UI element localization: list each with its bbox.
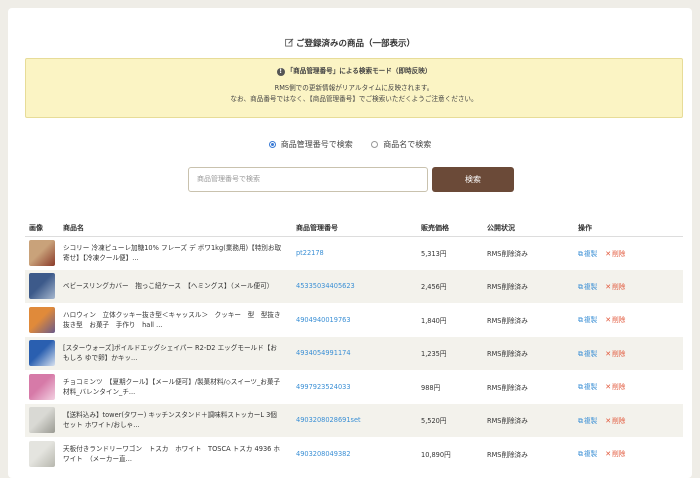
product-price: 5,313円 xyxy=(421,250,447,258)
product-table: 画像 商品名 商品管理番号 販売価格 公開状況 操作 シコリー 冷凍ピューレ加糖… xyxy=(25,220,683,471)
delete-button[interactable]: ✕削除 xyxy=(605,316,625,324)
radio-label-code: 商品管理番号で検索 xyxy=(280,140,353,149)
product-price: 5,520円 xyxy=(417,403,483,437)
copy-icon: ⧉ xyxy=(578,450,583,459)
copy-button[interactable]: ⧉複製 xyxy=(578,450,597,458)
product-thumbnail[interactable] xyxy=(29,306,55,333)
search-input[interactable]: 商品管理番号で検索 xyxy=(188,167,428,192)
delete-button[interactable]: ✕削除 xyxy=(605,417,625,425)
table-row: シコリー 冷凍ピューレ加糖10% フレーズ デ ボワ1kg(業務用)【特別お取寄… xyxy=(25,236,683,270)
radio-search-by-code[interactable]: 商品管理番号で検索 xyxy=(268,139,353,150)
col-header-name: 商品名 xyxy=(59,220,292,237)
copy-button[interactable]: ⧉複製 xyxy=(578,350,597,358)
delete-button[interactable]: ✕削除 xyxy=(605,350,625,358)
publish-status: RMS削除済み xyxy=(483,336,574,370)
col-header-image: 画像 xyxy=(25,220,59,237)
delete-button[interactable]: ✕削除 xyxy=(605,250,625,258)
copy-button[interactable]: ⧉複製 xyxy=(578,250,597,258)
col-header-price: 販売価格 xyxy=(417,220,483,237)
col-header-code: 商品管理番号 xyxy=(292,220,417,237)
product-price: 1,235円 xyxy=(417,336,483,370)
product-name: ハロウィン 立体クッキー抜き型＜キャッスル＞ クッキー 型 型抜き 抜き型 お菓… xyxy=(63,310,288,329)
notice-box: ! 「商品管理番号」による検索モード（即時反映） RMS側での更新情報がリアルタイ… xyxy=(25,58,683,118)
close-icon: ✕ xyxy=(605,416,612,425)
product-name: 天板付きランドリーワゴン トスカ ホワイト TOSCA トスカ 4936 ホワイ… xyxy=(63,444,281,463)
close-icon: ✕ xyxy=(605,450,612,459)
edit-icon xyxy=(285,38,294,47)
close-icon: ✕ xyxy=(605,349,612,358)
table-row: 【送料込み】tower(タワー) キッチンスタンド＋調味料ストッカーL 3個セッ… xyxy=(25,403,683,437)
close-icon: ✕ xyxy=(605,249,612,258)
close-icon: ✕ xyxy=(605,282,612,291)
copy-icon: ⧉ xyxy=(578,383,583,392)
product-name: ベビースリングカバー 抱っこ紐ケース 【ヘミングス】（メール便可） xyxy=(63,282,274,291)
col-header-status: 公開状況 xyxy=(483,220,574,237)
publish-status: RMS削除済み xyxy=(487,450,528,459)
radio-dot-selected[interactable] xyxy=(268,141,276,148)
product-thumbnail[interactable] xyxy=(29,373,55,400)
table-row: チョコミンツ 【夏期クール】【メール便可】/製菓材料/◇スイーツ_お菓子材料_バ… xyxy=(25,370,683,404)
search-mode-radios: 商品管理番号で検索 商品名で検索 xyxy=(8,139,692,150)
close-icon: ✕ xyxy=(605,383,612,392)
table-row: 天板付きランドリーワゴン トスカ ホワイト TOSCA トスカ 4936 ホワイ… xyxy=(25,437,683,471)
product-thumbnail[interactable] xyxy=(29,240,55,266)
copy-button[interactable]: ⧉複製 xyxy=(578,417,597,425)
publish-status: RMS削除済み xyxy=(487,316,528,325)
product-code-link[interactable]: 4934054991174 xyxy=(296,349,351,357)
product-code-link[interactable]: 4903208049382 xyxy=(296,450,351,458)
publish-status: RMS削除済み xyxy=(487,383,528,392)
delete-button[interactable]: ✕削除 xyxy=(605,383,625,391)
main-card: ご登録済みの商品（一部表示） ! 「商品管理番号」による検索モード（即時反映） R… xyxy=(8,8,692,478)
copy-icon: ⧉ xyxy=(578,282,583,291)
delete-button[interactable]: ✕削除 xyxy=(605,283,625,291)
product-code-link[interactable]: 4997923524033 xyxy=(296,383,351,391)
radio-dot[interactable] xyxy=(371,141,379,148)
table-body: シコリー 冷凍ピューレ加糖10% フレーズ デ ボワ1kg(業務用)【特別お取寄… xyxy=(25,236,683,471)
copy-button[interactable]: ⧉複製 xyxy=(578,283,597,291)
product-price: 1,840円 xyxy=(421,316,447,325)
col-header-actions: 操作 xyxy=(574,220,683,237)
product-name: シコリー 冷凍ピューレ加糖10% フレーズ デ ボワ1kg(業務用)【特別お取寄… xyxy=(63,244,282,262)
product-name: 【送料込み】tower(タワー) キッチンスタンド＋調味料ストッカーL 3個セッ… xyxy=(63,411,277,430)
copy-button[interactable]: ⧉複製 xyxy=(578,316,597,324)
radio-label-name: 商品名で検索 xyxy=(383,140,432,149)
radio-search-by-name[interactable]: 商品名で検索 xyxy=(371,139,431,150)
product-price: 988円 xyxy=(421,383,441,392)
notice-line-2: なお、商品番号ではなく、【商品管理番号】でご検索いただくようご注意ください。 xyxy=(230,95,478,103)
product-code-link[interactable]: 4904940019763 xyxy=(296,316,351,324)
product-name: [スターウォーズ]ボイルドエッグシェイパー R2-D2 エッグモールド【おもしろ… xyxy=(63,344,277,363)
copy-button[interactable]: ⧉複製 xyxy=(578,383,597,391)
copy-icon: ⧉ xyxy=(578,249,583,258)
copy-icon: ⧉ xyxy=(578,349,583,358)
close-icon: ✕ xyxy=(605,316,612,325)
copy-icon: ⧉ xyxy=(578,316,583,325)
copy-icon: ⧉ xyxy=(578,416,583,425)
product-code-link[interactable]: 4903208028691set xyxy=(296,416,361,424)
product-code-link[interactable]: 45335034405623 xyxy=(296,282,355,290)
product-name: チョコミンツ 【夏期クール】【メール便可】/製菓材料/◇スイーツ_お菓子材料_バ… xyxy=(63,377,281,396)
page-title: ご登録済みの商品（一部表示） xyxy=(8,37,692,49)
product-thumbnail[interactable] xyxy=(29,407,55,434)
product-price: 2,456円 xyxy=(417,269,483,303)
notice-heading: 「商品管理番号」による検索モード（即時反映） xyxy=(286,67,432,75)
product-thumbnail[interactable] xyxy=(29,273,55,300)
publish-status: RMS削除済み xyxy=(483,269,574,303)
table-header-row: 画像 商品名 商品管理番号 販売価格 公開状況 操作 xyxy=(25,220,683,237)
product-price: 10,890円 xyxy=(421,450,451,459)
product-code-link[interactable]: pt22178 xyxy=(296,249,324,257)
table-row: [スターウォーズ]ボイルドエッグシェイパー R2-D2 エッグモールド【おもしろ… xyxy=(25,336,683,370)
publish-status: RMS削除済み xyxy=(487,250,528,258)
product-thumbnail[interactable] xyxy=(29,440,55,467)
table-row: ハロウィン 立体クッキー抜き型＜キャッスル＞ クッキー 型 型抜き 抜き型 お菓… xyxy=(25,303,683,337)
table-row: ベビースリングカバー 抱っこ紐ケース 【ヘミングス】（メール便可） 453350… xyxy=(25,269,683,303)
page-title-text: ご登録済みの商品（一部表示） xyxy=(295,39,415,49)
publish-status: RMS削除済み xyxy=(483,403,574,437)
product-thumbnail[interactable] xyxy=(29,340,55,367)
search-button[interactable]: 検索 xyxy=(432,167,514,192)
notice-line-1: RMS側での更新情報がリアルタイムに反映されます。 xyxy=(274,84,434,92)
delete-button[interactable]: ✕削除 xyxy=(605,450,625,458)
info-icon: ! xyxy=(276,68,285,76)
